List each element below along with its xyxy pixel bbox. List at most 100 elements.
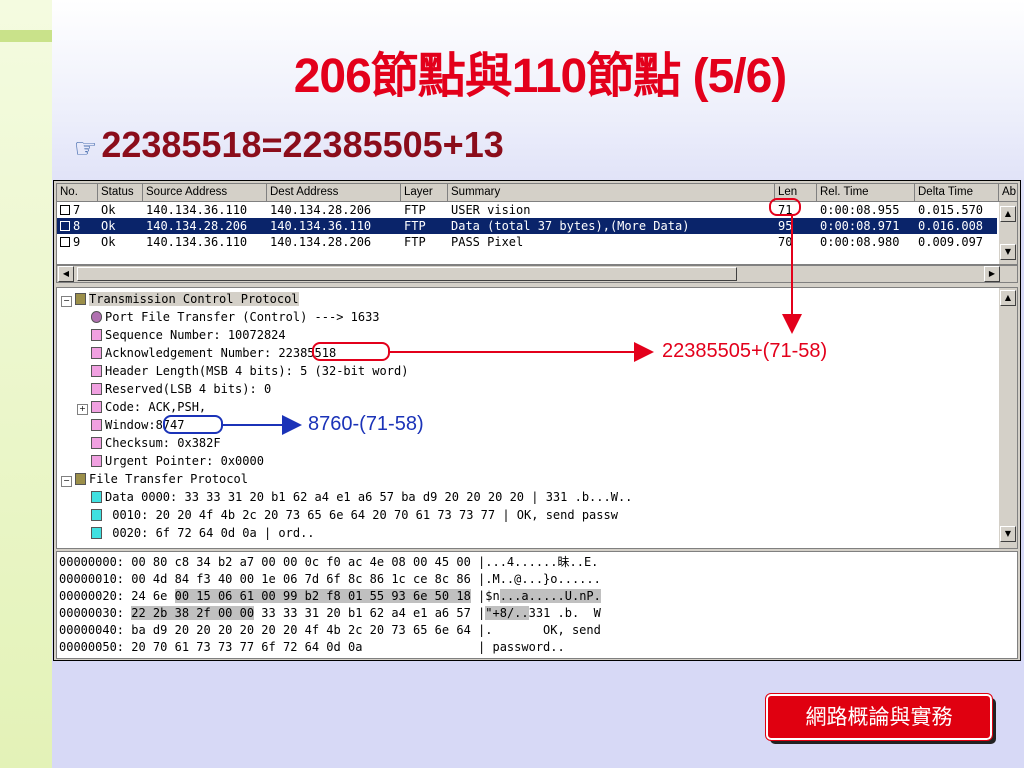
field-icon	[91, 401, 102, 413]
column-header-len[interactable]: Len	[775, 184, 817, 201]
row-dest: 140.134.36.110	[270, 219, 372, 233]
tree-label: Window:	[105, 418, 156, 432]
row-source: 140.134.28.206	[146, 219, 248, 233]
scroll-up-icon[interactable]: ▲	[1000, 206, 1016, 222]
tree-node-tcp[interactable]: − Transmission Control Protocol	[61, 290, 299, 308]
tree-label: Urgent Pointer: 0x0000	[105, 454, 264, 468]
tree-field-data-0020[interactable]: 0020: 6f 72 64 0d 0a | ord..	[91, 524, 315, 542]
tree-label: Port File Transfer (Control) ---> 1633	[105, 310, 380, 324]
tree-field-seq[interactable]: Sequence Number: 10072824	[91, 326, 286, 344]
left-accent-strip	[0, 0, 52, 768]
row-no: 8	[73, 219, 81, 233]
hex-selected-bytes: 00 15 06 61 00 99 b2 f8 01 55 93 6e 50 1…	[174, 589, 471, 603]
row-checkbox[interactable]	[60, 237, 70, 247]
packet-row-7[interactable]: 7 Ok 140.134.36.110 140.134.28.206 FTP U…	[57, 202, 997, 218]
protocol-icon	[75, 293, 86, 305]
scroll-left-icon[interactable]: ◀	[58, 266, 74, 282]
data-icon	[91, 491, 102, 503]
tree-node-ftp[interactable]: − File Transfer Protocol	[61, 470, 248, 488]
column-header-layer[interactable]: Layer	[401, 184, 448, 201]
tree-field-urgent[interactable]: Urgent Pointer: 0x0000	[91, 452, 264, 470]
field-icon	[91, 383, 102, 395]
tree-field-port[interactable]: Port File Transfer (Control) ---> 1633	[91, 308, 380, 326]
row-no: 7	[73, 203, 81, 217]
row-layer: FTP	[404, 219, 426, 233]
row-status: Ok	[101, 235, 116, 249]
tree-label: Transmission Control Protocol	[89, 292, 299, 306]
scroll-down-icon[interactable]: ▼	[1000, 244, 1016, 260]
column-header-delta-time[interactable]: Delta Time	[915, 184, 999, 201]
row-status: Ok	[101, 203, 116, 217]
field-icon	[91, 437, 102, 449]
left-accent-band	[0, 30, 52, 42]
expand-icon[interactable]: +	[77, 404, 88, 415]
tree-label: Sequence Number: 10072824	[105, 328, 286, 342]
packet-row-9[interactable]: 9 Ok 140.134.36.110 140.134.28.206 FTP P…	[57, 234, 997, 250]
course-footer-badge: 網路概論與實務	[765, 693, 993, 741]
hscroll-thumb[interactable]	[77, 267, 737, 281]
ack-annotation: 22385505+(71-58)	[662, 340, 828, 362]
row-no-cell: 9	[57, 234, 98, 250]
collapse-icon[interactable]: −	[61, 296, 72, 307]
column-header-summary[interactable]: Summary	[448, 184, 775, 201]
row-summary: PASS Pixel	[451, 235, 524, 249]
row-rel-time: 0:00:08.955	[820, 203, 900, 217]
row-checkbox[interactable]	[60, 221, 70, 231]
tree-label: Header Length(MSB 4 bits): 5 (32-bit wor…	[105, 364, 409, 378]
collapse-icon[interactable]: −	[61, 476, 72, 487]
hex-selected-ascii: ...a.....U.nP.	[499, 589, 601, 603]
column-header-dest[interactable]: Dest Address	[267, 184, 401, 201]
packet-analyzer-window: No. Status Source Address Dest Address L…	[53, 180, 1021, 661]
tree-field-code[interactable]: + Code: ACK,PSH,	[77, 398, 206, 416]
tree-field-ack[interactable]: Acknowledgement Number: 22385518	[91, 344, 336, 362]
packet-list-header: No. Status Source Address Dest Address L…	[57, 184, 1017, 202]
hex-line-0: 00000000: 00 80 c8 34 b2 a7 00 00 0c f0 …	[59, 555, 599, 569]
row-layer: FTP	[404, 203, 426, 217]
hex-dump-pane: 00000000: 00 80 c8 34 b2 a7 00 00 0c f0 …	[56, 551, 1018, 659]
hex-part: 331 .b. W	[528, 606, 601, 620]
tree-label: 0020: 6f 72 64 0d 0a | ord..	[105, 526, 315, 540]
data-icon	[91, 527, 102, 539]
protocol-icon	[75, 473, 86, 485]
scroll-up-icon[interactable]: ▲	[1000, 290, 1016, 306]
hex-line-5: 00000050: 20 70 61 73 73 77 6f 72 64 0d …	[59, 640, 565, 654]
column-header-no[interactable]: No.	[57, 184, 98, 201]
row-checkbox[interactable]	[60, 205, 70, 215]
hex-part: |$n	[470, 589, 500, 603]
tree-field-reserved[interactable]: Reserved(LSB 4 bits): 0	[91, 380, 271, 398]
window-value: 8747	[155, 418, 185, 432]
tree-field-data-0010[interactable]: 0010: 20 20 4f 4b 2c 20 73 65 6e 64 20 7…	[91, 506, 618, 524]
row-no-cell: 7	[57, 202, 98, 218]
tree-label: File Transfer Protocol	[89, 472, 248, 486]
tree-field-header-len[interactable]: Header Length(MSB 4 bits): 5 (32-bit wor…	[91, 362, 408, 380]
decode-tree-vscrollbar[interactable]: ▲ ▼	[999, 288, 1017, 548]
pointing-hand-icon: ☞	[74, 133, 98, 163]
field-icon	[91, 419, 102, 431]
row-no-cell: 8	[57, 218, 98, 234]
tree-label: Code: ACK,PSH,	[105, 400, 207, 414]
column-header-rel-time[interactable]: Rel. Time	[817, 184, 915, 201]
tree-field-data-0000[interactable]: Data 0000: 33 33 31 20 b1 62 a4 e1 a6 57…	[91, 488, 632, 506]
packet-list-pane: No. Status Source Address Dest Address L…	[56, 183, 1018, 265]
row-rel-time: 0:00:08.971	[820, 219, 900, 233]
port-icon	[91, 311, 102, 323]
scroll-down-icon[interactable]: ▼	[1000, 526, 1016, 542]
packet-row-8-selected[interactable]: 8 Ok 140.134.28.206 140.134.36.110 FTP D…	[57, 218, 997, 234]
packet-list-hscrollbar[interactable]: ◀ ▶	[56, 265, 1018, 283]
tree-field-checksum[interactable]: Checksum: 0x382F	[91, 434, 221, 452]
bullet-text: 22385518=22385505+13	[101, 124, 504, 165]
slide-title: 206節點與110節點 (5/6)	[293, 50, 788, 103]
column-header-abs[interactable]: Ab	[999, 184, 1017, 201]
row-delta-time: 0.016.008	[918, 219, 984, 233]
hex-part: 00000030:	[59, 606, 132, 620]
scroll-right-icon[interactable]: ▶	[984, 266, 1000, 282]
row-len: 70	[778, 235, 793, 249]
row-status: Ok	[101, 219, 116, 233]
column-header-source[interactable]: Source Address	[143, 184, 267, 201]
column-header-status[interactable]: Status	[98, 184, 143, 201]
row-summary: USER vision	[451, 203, 531, 217]
tree-field-window[interactable]: Window:8747	[91, 416, 184, 434]
tree-label: Data 0000: 33 33 31 20 b1 62 a4 e1 a6 57…	[105, 490, 633, 504]
row-len: 95	[778, 219, 793, 233]
packet-list-vscrollbar[interactable]: ▲ ▼	[999, 202, 1017, 264]
